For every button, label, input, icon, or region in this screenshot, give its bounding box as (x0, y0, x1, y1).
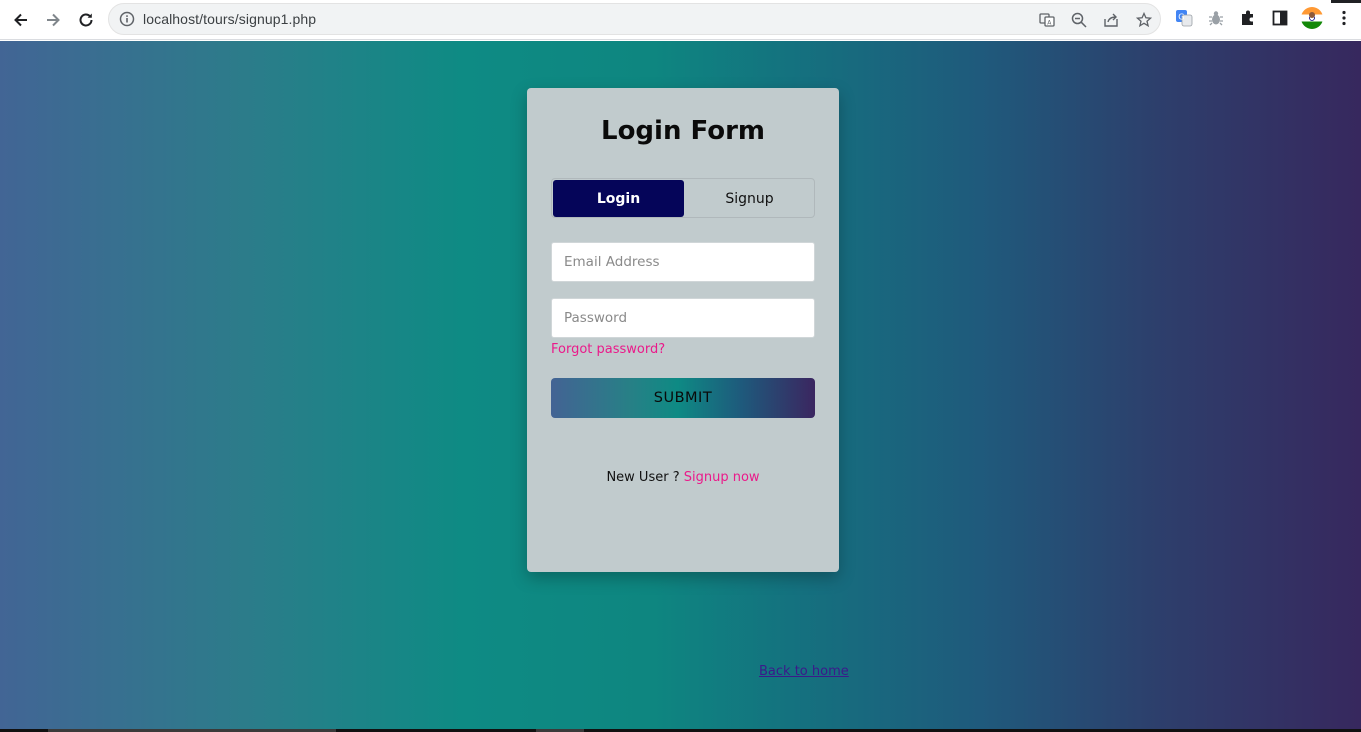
forgot-password-link[interactable]: Forgot password? (551, 342, 665, 357)
tab-signup[interactable]: Signup (684, 180, 815, 217)
page-background: Login Form Login Signup Forgot password?… (0, 41, 1361, 729)
info-icon[interactable] (119, 11, 135, 27)
new-user-text: New User ? (606, 470, 680, 485)
address-bar[interactable]: localhost/tours/signup1.php A (108, 3, 1161, 35)
bookmark-star-icon[interactable] (1135, 11, 1153, 29)
back-to-home-link[interactable]: Back to home (759, 664, 849, 679)
submit-button[interactable]: SUBMIT (551, 378, 815, 418)
google-translate-extension-icon[interactable]: G (1174, 8, 1194, 28)
form-title: Login Form (601, 116, 765, 146)
extensions-puzzle-icon[interactable] (1238, 8, 1258, 28)
back-icon[interactable] (7, 6, 35, 34)
tab-login[interactable]: Login (553, 180, 684, 217)
bug-extension-icon[interactable] (1206, 8, 1226, 28)
tab-switcher: Login Signup (551, 178, 815, 218)
window-corner (1331, 0, 1361, 3)
side-panel-icon[interactable] (1270, 8, 1290, 28)
browser-toolbar: localhost/tours/signup1.php A G (0, 0, 1361, 40)
signup-now-link[interactable]: Signup now (684, 470, 760, 485)
zoom-icon[interactable] (1070, 11, 1088, 29)
reload-icon[interactable] (72, 6, 100, 34)
url-text: localhost/tours/signup1.php (143, 11, 317, 27)
password-field[interactable] (551, 298, 815, 338)
svg-text:G: G (1178, 13, 1184, 22)
share-icon[interactable] (1102, 11, 1120, 29)
forward-icon[interactable] (39, 6, 67, 34)
profile-avatar[interactable] (1301, 7, 1323, 29)
menu-kebab-icon[interactable] (1334, 8, 1354, 28)
login-card: Login Form Login Signup Forgot password?… (527, 88, 839, 572)
translate-icon[interactable]: A (1038, 11, 1056, 29)
email-field[interactable] (551, 242, 815, 282)
new-user-line: New User ? Signup now (527, 470, 839, 485)
